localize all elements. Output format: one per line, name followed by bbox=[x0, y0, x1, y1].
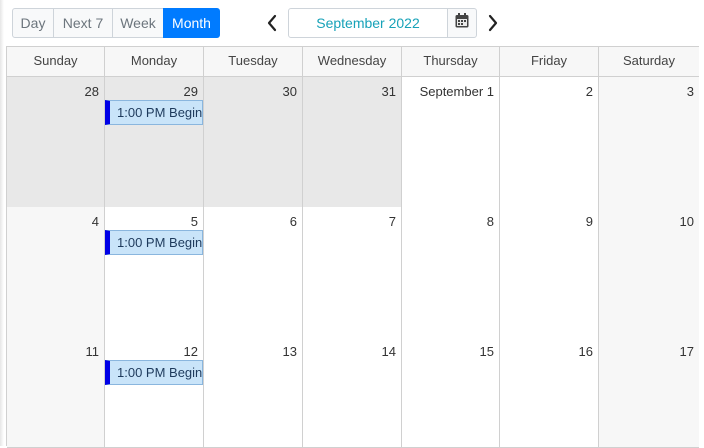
weekday-header-thursday: Thursday bbox=[402, 47, 500, 76]
day-cell[interactable]: 2 bbox=[500, 77, 599, 207]
day-cell[interactable]: 29 1:00 PM Begin bbox=[105, 77, 204, 207]
day-cell[interactable]: 12 1:00 PM Begin bbox=[105, 337, 204, 447]
calendar-icon bbox=[455, 13, 469, 33]
day-number: 29 bbox=[183, 84, 198, 99]
calendar-picker-button[interactable] bbox=[447, 8, 477, 38]
day-cell[interactable]: 7 bbox=[303, 207, 402, 337]
day-number: 17 bbox=[679, 344, 694, 359]
current-period-field[interactable]: September 2022 bbox=[288, 8, 448, 38]
weekday-header-wednesday: Wednesday bbox=[303, 47, 402, 76]
day-number: 13 bbox=[282, 344, 297, 359]
day-number: 8 bbox=[486, 214, 494, 229]
day-number: 28 bbox=[84, 84, 99, 99]
day-cell[interactable]: 15 bbox=[402, 337, 500, 447]
day-cell[interactable]: 3 bbox=[599, 77, 699, 207]
calendar-toolbar: Day Next 7 Week Month September 2022 bbox=[0, 0, 704, 46]
day-number: 11 bbox=[85, 344, 100, 359]
day-cell[interactable]: 8 bbox=[402, 207, 500, 337]
day-number: 6 bbox=[289, 214, 297, 229]
chevron-left-icon[interactable] bbox=[264, 12, 280, 34]
day-cell[interactable]: 14 bbox=[303, 337, 402, 447]
week-row: 4 5 1:00 PM Begin 6 7 8 9 10 bbox=[7, 207, 699, 338]
day-cell[interactable]: 28 bbox=[7, 77, 105, 207]
weekday-header-saturday: Saturday bbox=[622, 53, 676, 68]
calendar-event[interactable]: 1:00 PM Begin bbox=[105, 230, 203, 255]
view-week-button[interactable]: Week bbox=[112, 8, 164, 38]
view-month-button[interactable]: Month bbox=[163, 8, 220, 38]
day-cell[interactable]: September 1 bbox=[402, 77, 500, 207]
day-number: 10 bbox=[679, 214, 694, 229]
day-number: September 1 bbox=[419, 84, 494, 99]
day-number: 15 bbox=[479, 344, 494, 359]
day-number: 12 bbox=[183, 344, 198, 359]
view-day-button[interactable]: Day bbox=[12, 8, 54, 38]
day-number: 3 bbox=[686, 84, 694, 99]
day-cell[interactable]: 31 bbox=[303, 77, 402, 207]
calendar-event[interactable]: 1:00 PM Begin bbox=[105, 100, 203, 125]
day-number: 14 bbox=[381, 344, 396, 359]
day-cell[interactable]: 16 bbox=[500, 337, 599, 447]
weekday-header-monday: Monday bbox=[105, 47, 204, 76]
day-number: 5 bbox=[190, 214, 198, 229]
weekday-header-tuesday: Tuesday bbox=[204, 47, 303, 76]
weekday-header-sunday: Sunday bbox=[7, 47, 105, 76]
day-cell[interactable]: 9 bbox=[500, 207, 599, 337]
day-number: 7 bbox=[388, 214, 396, 229]
weekday-header-friday: Friday bbox=[500, 47, 599, 76]
day-cell[interactable]: 11 bbox=[7, 337, 105, 447]
view-switcher: Day Next 7 Week Month bbox=[12, 8, 220, 38]
day-cell[interactable]: 4 bbox=[7, 207, 105, 337]
month-grid: Sunday Monday Tuesday Wednesday Thursday Frid… bbox=[6, 46, 699, 448]
day-cell[interactable]: 5 1:00 PM Begin bbox=[105, 207, 204, 337]
day-cell[interactable]: 13 bbox=[204, 337, 303, 447]
day-number: 31 bbox=[381, 84, 396, 99]
day-cell[interactable]: 17 bbox=[599, 337, 699, 447]
week-row: 28 29 1:00 PM Begin 30 31 September 1 2 3 bbox=[7, 77, 699, 208]
week-row: 11 12 1:00 PM Begin 13 14 15 16 17 bbox=[7, 337, 699, 448]
calendar-event[interactable]: 1:00 PM Begin bbox=[105, 360, 203, 385]
chevron-right-icon[interactable] bbox=[485, 12, 501, 34]
day-number: 30 bbox=[282, 84, 297, 99]
day-number: 9 bbox=[585, 214, 593, 229]
day-cell[interactable]: 6 bbox=[204, 207, 303, 337]
day-number: 4 bbox=[91, 214, 99, 229]
view-next7-button[interactable]: Next 7 bbox=[53, 8, 113, 38]
left-edge-shadow bbox=[0, 0, 4, 446]
day-cell[interactable]: 10 bbox=[599, 207, 699, 337]
weekday-header: Sunday Monday Tuesday Wednesday Thursday Frid… bbox=[7, 47, 699, 77]
day-cell[interactable]: 30 bbox=[204, 77, 303, 207]
day-number: 16 bbox=[578, 344, 593, 359]
day-number: 2 bbox=[585, 84, 593, 99]
